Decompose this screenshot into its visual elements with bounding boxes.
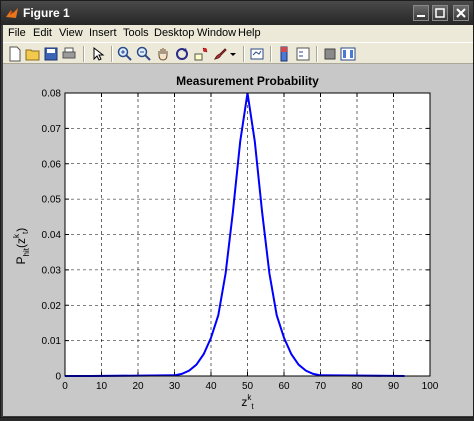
x-axis-label-sub: t	[251, 402, 254, 411]
x-tick-label: 100	[422, 381, 439, 392]
x-tick-label: 30	[169, 381, 181, 392]
y-axis-label-main: P	[14, 256, 28, 264]
toolbar-separator	[270, 46, 272, 62]
x-tick-label: 70	[315, 381, 327, 392]
y-tick-label: 0.07	[42, 124, 62, 135]
title-bar[interactable]: Figure 1	[1, 1, 473, 25]
maximize-icon	[435, 8, 445, 18]
save-icon[interactable]	[43, 46, 59, 62]
menu-insert[interactable]: Insert	[89, 27, 117, 39]
y-tick-label: 0.04	[42, 230, 62, 241]
y-tick-label: 0.05	[42, 195, 62, 206]
toolbar-separator	[243, 46, 245, 62]
y-axis-label-arg-sup: k	[12, 233, 21, 238]
close-icon	[456, 8, 466, 18]
brush-icon[interactable]	[212, 46, 228, 62]
close-button[interactable]	[453, 5, 469, 21]
x-tick-label: 20	[132, 381, 144, 392]
matlab-logo-icon	[6, 8, 18, 18]
print-icon[interactable]	[61, 46, 77, 62]
menu-bar: File Edit View Insert Tools Desktop Wind…	[3, 25, 473, 42]
chevron-down-icon[interactable]	[228, 46, 238, 62]
menu-tools[interactable]: Tools	[123, 27, 149, 39]
y-tick-label: 0	[55, 372, 61, 383]
minimize-button[interactable]	[413, 5, 429, 21]
zoom-in-icon[interactable]	[117, 46, 133, 62]
link-plot-icon[interactable]	[249, 46, 265, 62]
zoom-out-icon[interactable]	[136, 46, 152, 62]
y-axis-label: Phit(zkt)	[12, 228, 31, 265]
x-tick-label: 60	[278, 381, 290, 392]
toolbar-separator	[83, 46, 85, 62]
x-tick-label: 40	[205, 381, 217, 392]
edit-plot-arrow-icon[interactable]	[90, 46, 106, 62]
x-tick-label: 50	[242, 381, 254, 392]
window-title: Figure 1	[23, 6, 70, 20]
x-tick-label: 0	[62, 381, 68, 392]
y-axis-label-close: )	[14, 228, 28, 232]
hide-plot-tools-icon[interactable]	[322, 46, 338, 62]
maximize-button[interactable]	[432, 5, 448, 21]
y-tick-label: 0.01	[42, 336, 62, 347]
figure-canvas: 0 10 20 30 40 50 60 70 80 90 100 0 0.01 0.02 0.03 0.04 0…	[3, 64, 473, 416]
figure-toolbar	[3, 42, 473, 64]
x-tick-label: 90	[388, 381, 400, 392]
rotate-3d-icon[interactable]	[174, 46, 190, 62]
y-tick-label: 0.06	[42, 159, 62, 170]
new-figure-icon[interactable]	[7, 46, 23, 62]
y-tick-label: 0.03	[42, 265, 62, 276]
toolbar-separator	[111, 46, 113, 62]
y-tick-label: 0.08	[42, 89, 62, 100]
data-cursor-icon[interactable]	[193, 46, 209, 62]
x-axis-label: zkt	[241, 393, 254, 411]
show-plot-tools-icon[interactable]	[340, 46, 356, 62]
x-tick-label: 80	[351, 381, 363, 392]
chart-title: Measurement Probability	[176, 74, 319, 88]
colorbar-icon[interactable]	[276, 46, 292, 62]
toolbar-separator	[316, 46, 318, 62]
menu-edit[interactable]: Edit	[33, 27, 52, 39]
pan-hand-icon[interactable]	[155, 46, 171, 62]
menu-desktop[interactable]: Desktop	[154, 27, 194, 39]
menu-file[interactable]: File	[8, 27, 26, 39]
menu-help[interactable]: Help	[238, 27, 261, 39]
y-axis-label-arg: (z	[14, 238, 28, 248]
x-tick-label: 10	[96, 381, 108, 392]
y-tick-label: 0.02	[42, 301, 62, 312]
minimize-icon	[417, 15, 425, 17]
menu-view[interactable]: View	[59, 27, 83, 39]
legend-icon[interactable]	[295, 46, 311, 62]
menu-window[interactable]: Window	[197, 27, 236, 39]
figure-window: Figure 1 File Edit View Insert Tools Des…	[0, 0, 474, 418]
plot-svg: 0 10 20 30 40 50 60 70 80 90 100 0 0.01 0.02 0.03 0.04 0…	[12, 74, 439, 411]
open-file-icon[interactable]	[25, 46, 41, 62]
x-axis-label-sup: k	[247, 393, 252, 402]
